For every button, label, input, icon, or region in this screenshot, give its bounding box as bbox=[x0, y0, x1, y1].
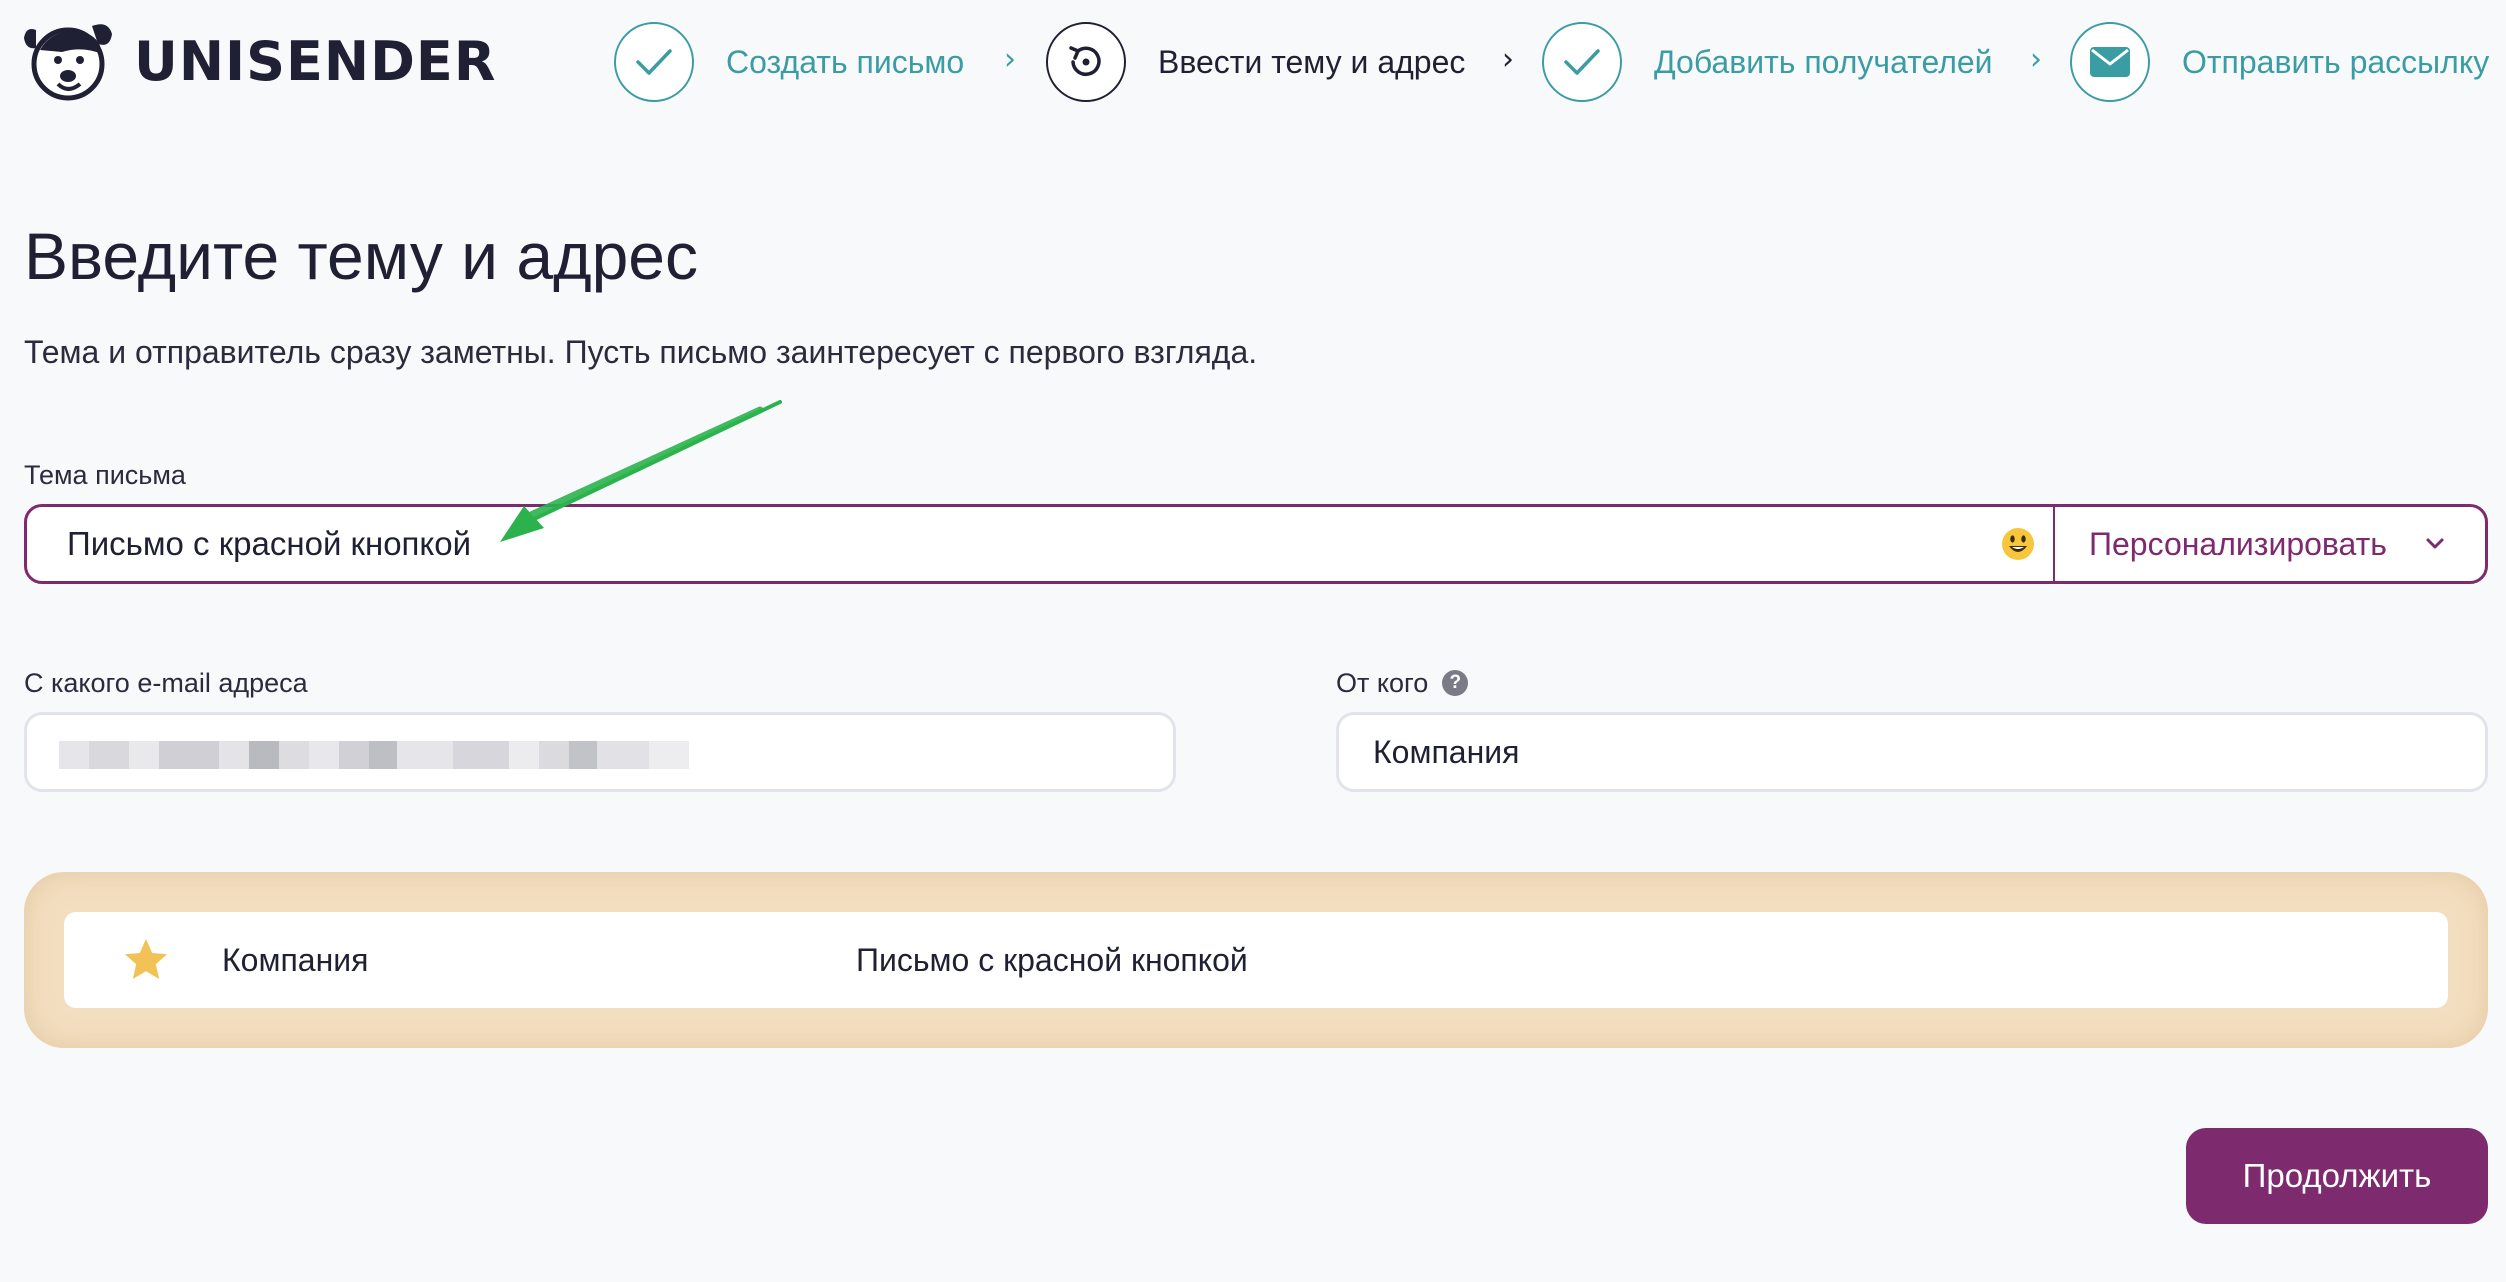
emoji-button[interactable] bbox=[1983, 507, 2053, 581]
preview-sender: Компания bbox=[222, 941, 369, 978]
subject-input[interactable] bbox=[27, 507, 1983, 581]
step-circle bbox=[1542, 22, 1622, 102]
chevron-right-icon: › bbox=[1004, 42, 1016, 77]
subject-field: Персонализировать bbox=[24, 504, 2488, 584]
help-icon[interactable]: ? bbox=[1442, 669, 1469, 696]
page-subtitle: Тема и отправитель сразу заметны. Пусть … bbox=[24, 334, 1258, 370]
step-label: Создать письмо bbox=[726, 43, 965, 80]
step-label: Ввести тему и адрес bbox=[1158, 43, 1466, 80]
sender-email-field[interactable] bbox=[24, 712, 1176, 792]
personalize-dropdown[interactable]: Персонализировать bbox=[2053, 507, 2485, 581]
sender-name-field[interactable] bbox=[1336, 712, 2488, 792]
preview-row: Компания Письмо с красной кнопкой bbox=[64, 912, 2448, 1008]
check-icon bbox=[1564, 49, 1600, 75]
progress-icon bbox=[1069, 46, 1101, 76]
brand-name: UNISENDER bbox=[134, 29, 497, 93]
page: UNISENDER Создать письмо › Ввести тему и… bbox=[0, 0, 2506, 1282]
envelope-icon bbox=[2090, 47, 2130, 77]
annotation-arrow bbox=[500, 400, 782, 542]
sender-name-label: От кого? bbox=[1336, 668, 1469, 699]
step-create-letter[interactable]: Создать письмо bbox=[614, 22, 964, 102]
chevron-right-icon: › bbox=[2030, 42, 2042, 77]
sender-email-label: С какого e-mail адреса bbox=[24, 668, 308, 698]
continue-button[interactable]: Продолжить bbox=[2186, 1128, 2488, 1224]
personalize-label: Персонализировать bbox=[2089, 525, 2387, 562]
chevron-down-icon bbox=[2426, 538, 2444, 549]
subject-label: Тема письма bbox=[24, 460, 186, 490]
star-icon bbox=[125, 939, 167, 979]
step-send-campaign[interactable]: Отправить рассылку bbox=[2070, 22, 2489, 102]
step-subject-address[interactable]: Ввести тему и адрес bbox=[1046, 22, 1465, 102]
step-circle bbox=[1046, 22, 1126, 102]
brand-logo[interactable]: UNISENDER bbox=[22, 20, 496, 102]
step-label: Отправить рассылку bbox=[2182, 43, 2490, 80]
preview-subject: Письмо с красной кнопкой bbox=[856, 941, 1248, 978]
sender-name-label-text: От кого bbox=[1336, 668, 1429, 698]
step-label: Добавить получателей bbox=[1654, 43, 1993, 80]
inbox-preview: Компания Письмо с красной кнопкой bbox=[24, 872, 2488, 1048]
step-circle bbox=[614, 22, 694, 102]
step-circle bbox=[2070, 22, 2150, 102]
redacted-email bbox=[59, 741, 699, 769]
dog-logo-icon bbox=[24, 24, 112, 101]
page-title: Введите тему и адрес bbox=[24, 219, 698, 293]
chevron-right-icon: › bbox=[1502, 42, 1514, 77]
step-add-recipients[interactable]: Добавить получателей bbox=[1542, 22, 1993, 102]
smiley-icon bbox=[2002, 528, 2034, 560]
check-icon bbox=[636, 49, 672, 75]
sender-name-input[interactable] bbox=[1339, 715, 2485, 789]
